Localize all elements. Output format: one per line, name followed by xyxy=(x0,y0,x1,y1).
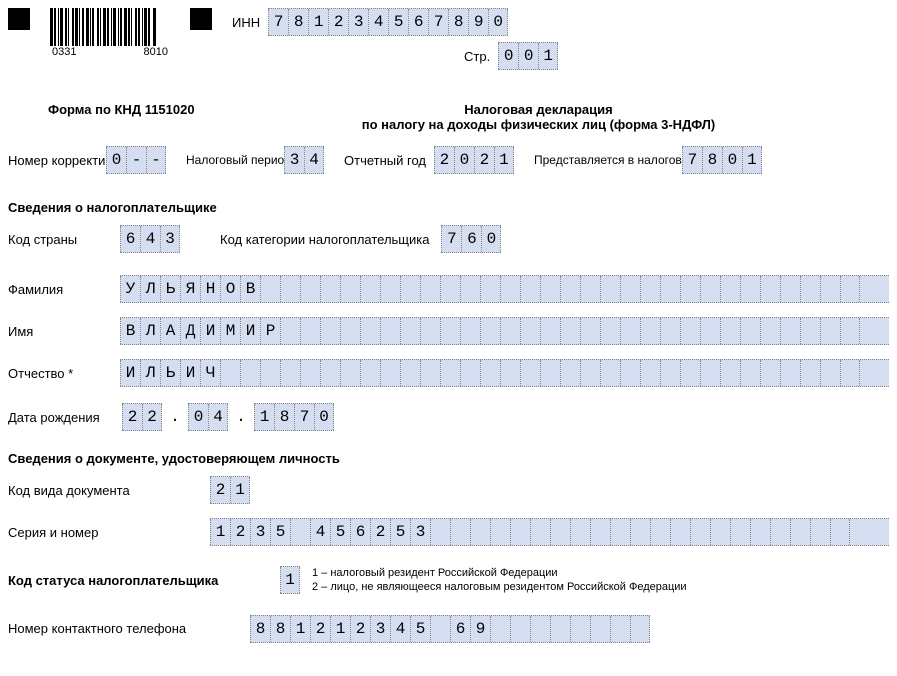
doc-type-value: 21 xyxy=(210,476,250,504)
dob-label: Дата рождения xyxy=(8,410,116,425)
doc-type-label: Код вида документа xyxy=(8,483,198,498)
black-square xyxy=(8,8,30,30)
country-code-value: 643 xyxy=(120,225,180,253)
patronymic-label: Отчество * xyxy=(8,366,108,381)
form-code: Форма по КНД 1151020 xyxy=(8,102,288,117)
status-note-2: 2 – лицо, не являющееся налоговым резиде… xyxy=(312,580,687,594)
section-taxpayer: Сведения о налогоплательщике xyxy=(8,200,889,215)
doc-number-label: Серия и номер xyxy=(8,525,198,540)
correction-label: Номер корректировки xyxy=(8,153,98,168)
status-note-1: 1 – налоговый резидент Российской Федера… xyxy=(312,566,687,580)
report-year-label: Отчетный год xyxy=(344,153,426,168)
tax-authority-value: 7801 xyxy=(682,146,762,174)
inn-label: ИНН xyxy=(232,15,260,30)
country-code-label: Код страны xyxy=(8,232,108,247)
name-value: ВЛАДИМИР xyxy=(120,317,889,345)
surname-value: УЛЬЯНОВ xyxy=(120,275,889,303)
taxpayer-status-label: Код статуса налогоплательщика xyxy=(8,573,268,588)
page-value: 001 xyxy=(498,42,558,70)
taxpayer-category-label: Код категории налогоплательщика xyxy=(220,232,429,247)
dob-year: 1870 xyxy=(254,403,334,431)
black-square-2 xyxy=(190,8,212,30)
surname-label: Фамилия xyxy=(8,282,108,297)
name-label: Имя xyxy=(8,324,108,339)
report-year-value: 2021 xyxy=(434,146,514,174)
doc-number-value: 1235 456253 xyxy=(210,518,889,546)
dob-day: 22 xyxy=(122,403,162,431)
dot-sep: . xyxy=(168,404,182,430)
phone-label: Номер контактного телефона xyxy=(8,621,238,636)
dob-month: 04 xyxy=(188,403,228,431)
taxpayer-category-value: 760 xyxy=(441,225,501,253)
correction-value: 0-- xyxy=(106,146,166,174)
section-document: Сведения о документе, удостоверяющем лич… xyxy=(8,451,889,466)
dot-sep: . xyxy=(234,404,248,430)
tax-period-value: 34 xyxy=(284,146,324,174)
phone-value: 881212345 69 xyxy=(250,615,650,643)
inn-value: 781234567890 xyxy=(268,8,508,36)
title-line2: по налогу на доходы физических лиц (форм… xyxy=(288,117,789,132)
title-line1: Налоговая декларация xyxy=(288,102,789,117)
patronymic-value: ИЛЬИЧ xyxy=(120,359,889,387)
taxpayer-status-value: 1 xyxy=(280,566,300,594)
tax-period-label: Налоговый период (код) xyxy=(186,153,276,167)
barcode-left: 0331 xyxy=(52,46,76,58)
tax-authority-label: Представляется в налоговый орган (код) xyxy=(534,153,674,167)
barcode: 0331 8010 xyxy=(50,8,170,58)
page-label: Стр. xyxy=(464,49,490,64)
barcode-right: 8010 xyxy=(144,46,168,58)
